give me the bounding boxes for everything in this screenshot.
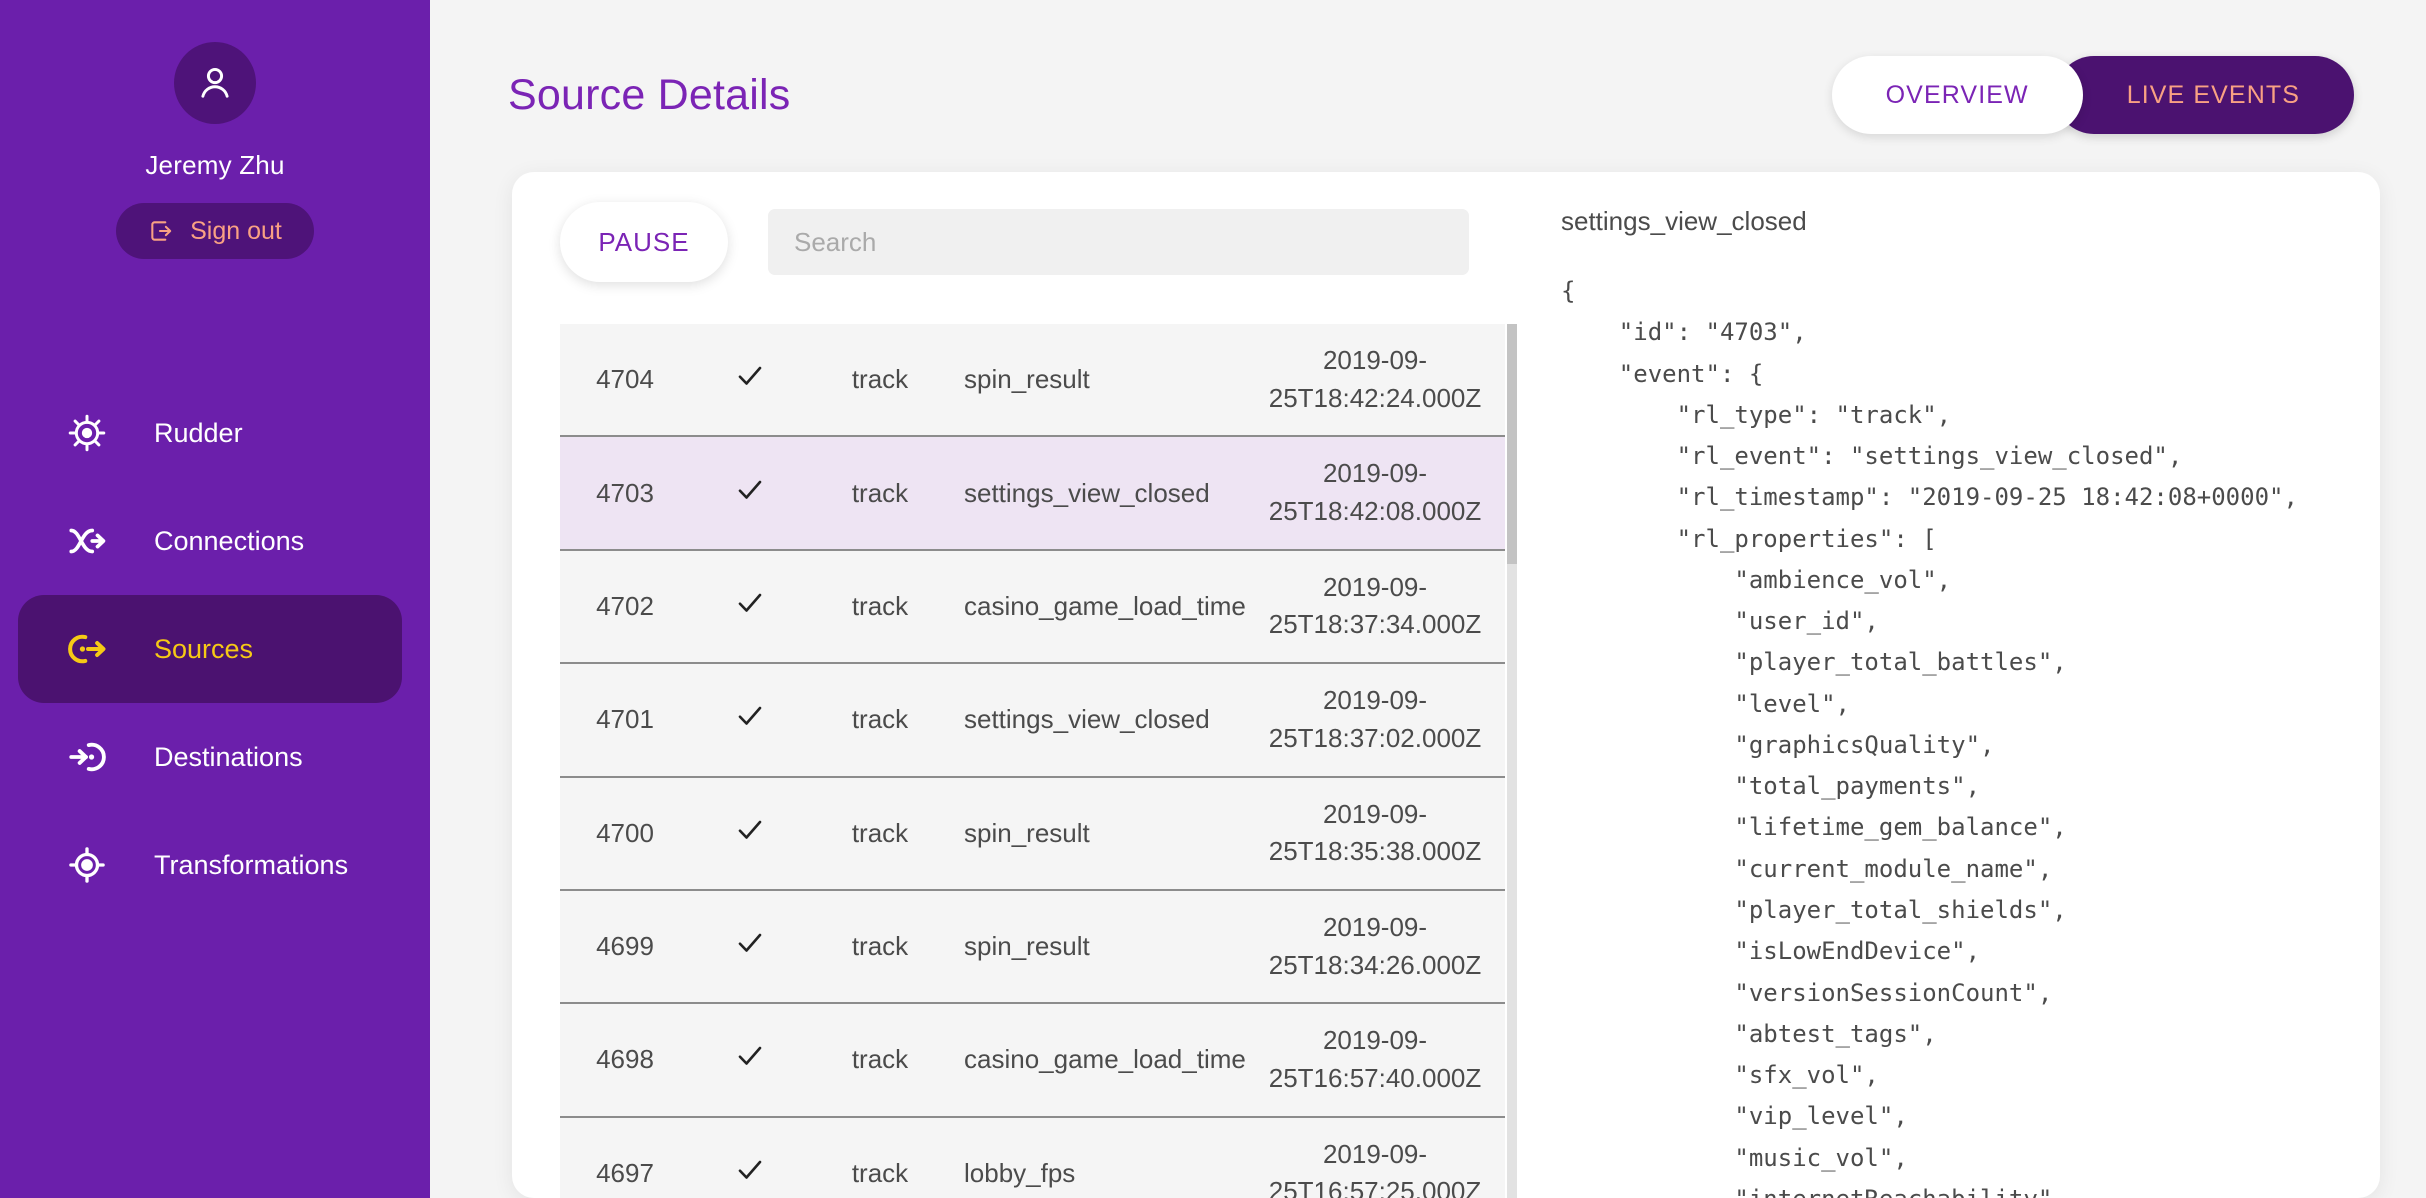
pause-button[interactable]: PAUSE xyxy=(560,202,728,282)
sidebar-item-connections[interactable]: Connections xyxy=(18,487,402,595)
profile-name: Jeremy Zhu xyxy=(145,150,285,180)
profile-block: Jeremy Zhu Sign out xyxy=(0,0,430,259)
check-icon xyxy=(735,1041,765,1071)
row-timestamp: 2019-09-25T18:34:26.000Z xyxy=(1268,911,1482,980)
sidebar-item-rudder[interactable]: Rudder xyxy=(18,379,402,487)
sidebar-item-transformations[interactable]: Transformations xyxy=(18,811,402,919)
check-icon xyxy=(735,815,765,845)
row-event: casino_game_load_time xyxy=(964,590,1246,621)
page-header: Source Details OVERVIEW LIVE EVENTS xyxy=(430,0,2426,134)
row-id: 4699 xyxy=(596,931,654,962)
table-row[interactable]: 4698 track casino_game_load_time 2019-09-25… xyxy=(560,1003,1505,1117)
row-status xyxy=(690,1117,810,1198)
app-root: Jeremy Zhu Sign out Rudder Connections S… xyxy=(0,0,2426,1198)
events-scrollbar[interactable] xyxy=(1507,324,1517,1198)
row-event: settings_view_closed xyxy=(964,704,1210,735)
tab-overview[interactable]: OVERVIEW xyxy=(1831,56,2083,134)
sidebar-item-label: Rudder xyxy=(154,417,243,448)
sign-out-label: Sign out xyxy=(190,216,282,245)
tab-live-events[interactable]: LIVE EVENTS xyxy=(2054,56,2354,134)
row-status xyxy=(690,777,810,890)
event-detail-title: settings_view_closed xyxy=(1561,206,1807,236)
sidebar: Jeremy Zhu Sign out Rudder Connections S… xyxy=(0,0,430,1198)
check-icon xyxy=(735,588,765,618)
row-timestamp: 2019-09-25T16:57:40.000Z xyxy=(1268,1025,1482,1093)
events-table: 4704 track spin_result 2019-09-25T18:42:24.… xyxy=(560,324,1505,1198)
rudder-wheel-icon xyxy=(64,412,110,454)
search-input[interactable] xyxy=(768,209,1469,275)
sidebar-item-label: Sources xyxy=(154,633,254,664)
row-timestamp: 2019-09-25T18:35:38.000Z xyxy=(1268,798,1482,867)
check-icon xyxy=(735,1155,765,1185)
sign-out-icon xyxy=(151,221,172,241)
row-event: spin_result xyxy=(964,817,1090,848)
sidebar-item-destinations[interactable]: Destinations xyxy=(18,703,402,811)
row-timestamp: 2019-09-25T18:37:34.000Z xyxy=(1268,571,1482,640)
row-type: track xyxy=(851,1157,909,1188)
sidebar-item-label: Destinations xyxy=(154,741,303,772)
row-type: track xyxy=(851,704,909,735)
row-id: 4700 xyxy=(596,817,654,848)
table-row[interactable]: 4702 track casino_game_load_time 2019-09-25… xyxy=(560,549,1505,664)
event-detail-json: { "id": "4703", "event": { "rl_type": "t… xyxy=(1561,277,2298,1198)
sidebar-item-sources[interactable]: Sources xyxy=(18,595,402,703)
row-status xyxy=(690,550,810,663)
row-status xyxy=(690,1003,810,1116)
row-event: casino_game_load_time xyxy=(964,1044,1246,1075)
row-timestamp: 2019-09-25T18:37:02.000Z xyxy=(1268,685,1482,753)
row-id: 4702 xyxy=(596,590,654,621)
avatar xyxy=(174,42,256,124)
view-tabs: OVERVIEW LIVE EVENTS xyxy=(1831,56,2354,134)
check-icon xyxy=(735,361,765,391)
event-detail-pane: settings_view_closed { "id": "4703", "ev… xyxy=(1517,172,2380,1198)
row-event: lobby_fps xyxy=(964,1157,1076,1188)
row-type: track xyxy=(851,1044,909,1075)
row-type: track xyxy=(851,817,909,848)
row-type: track xyxy=(851,364,909,395)
row-timestamp: 2019-09-25T16:57:25.000Z xyxy=(1268,1138,1482,1198)
table-row[interactable]: 4699 track spin_result 2019-09-25T18:34:26.… xyxy=(560,889,1505,1004)
row-status xyxy=(690,663,810,776)
row-id: 4698 xyxy=(596,1044,654,1075)
events-scrollbar-thumb[interactable] xyxy=(1507,324,1517,564)
row-id: 4697 xyxy=(596,1157,654,1188)
row-id: 4703 xyxy=(596,477,654,508)
main-content: Source Details OVERVIEW LIVE EVENTS PAUS… xyxy=(430,0,2426,1198)
row-status xyxy=(690,436,810,549)
live-events-card: PAUSE 4704 track spin_result 2019-09-25T18:… xyxy=(512,172,2380,1198)
row-event: spin_result xyxy=(964,931,1090,962)
row-id: 4701 xyxy=(596,704,654,735)
row-status xyxy=(690,324,810,436)
table-row[interactable]: 4700 track spin_result 2019-09-25T18:35:38.… xyxy=(560,776,1505,890)
source-arrow-icon xyxy=(64,628,110,670)
row-type: track xyxy=(851,477,909,508)
sidebar-item-label: Connections xyxy=(154,525,305,556)
table-row[interactable]: 4697 track lobby_fps 2019-09-25T16:57:25.00… xyxy=(560,1116,1505,1198)
table-row[interactable]: 4703 track settings_view_closed 2019-09-25T… xyxy=(560,436,1505,550)
page-title: Source Details xyxy=(508,70,791,119)
events-table-scroll[interactable]: 4704 track spin_result 2019-09-25T18:42:24.… xyxy=(560,324,1505,1198)
table-row[interactable]: 4701 track settings_view_closed 2019-09-25T… xyxy=(560,663,1505,777)
sidebar-nav: Rudder Connections Sources Destinations … xyxy=(0,379,430,919)
row-event: settings_view_closed xyxy=(964,477,1210,508)
user-avatar-icon xyxy=(201,67,229,98)
row-type: track xyxy=(851,590,909,621)
row-event: spin_result xyxy=(964,364,1090,395)
destination-arrow-icon xyxy=(64,736,110,778)
row-id: 4704 xyxy=(596,364,654,395)
events-toolbar: PAUSE xyxy=(512,172,1517,282)
row-timestamp: 2019-09-25T18:42:24.000Z xyxy=(1268,345,1482,413)
check-icon xyxy=(735,928,765,958)
table-row[interactable]: 4704 track spin_result 2019-09-25T18:42:24.… xyxy=(560,324,1505,437)
row-status xyxy=(690,890,810,1003)
row-type: track xyxy=(851,931,909,962)
check-icon xyxy=(735,701,765,731)
target-dot-icon xyxy=(64,844,110,886)
connections-icon xyxy=(64,520,110,562)
row-timestamp: 2019-09-25T18:42:08.000Z xyxy=(1268,458,1482,527)
check-icon xyxy=(735,475,765,505)
events-pane: PAUSE 4704 track spin_result 2019-09-25T18:… xyxy=(512,172,1517,1198)
sidebar-item-label: Transformations xyxy=(154,849,349,880)
sign-out-button[interactable]: Sign out xyxy=(116,203,314,259)
